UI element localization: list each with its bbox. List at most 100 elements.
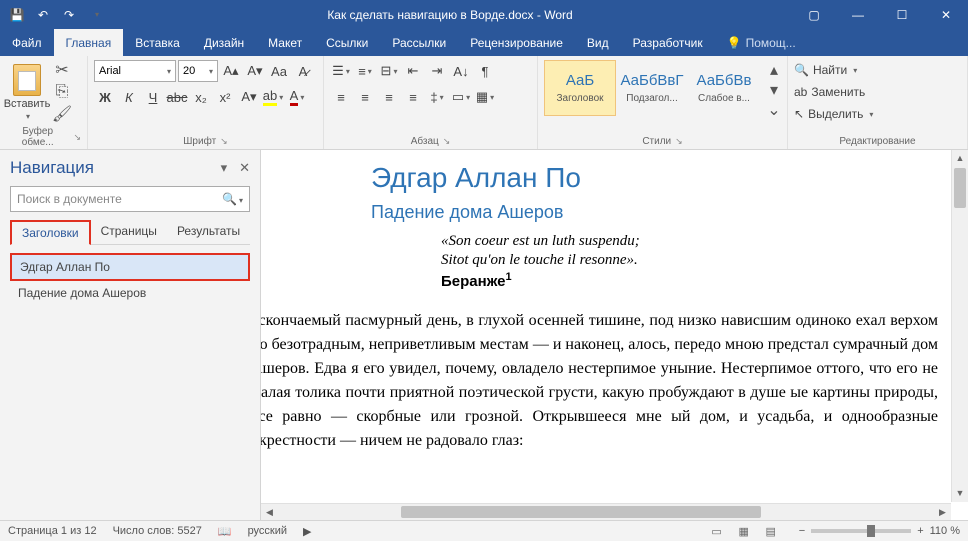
nav-heading-item[interactable]: Эдгар Аллан По [10,253,250,281]
align-left-icon[interactable]: ≡ [330,86,352,108]
status-macro-icon[interactable]: ▶ [303,525,311,538]
line-spacing-icon[interactable]: ‡▾ [426,86,448,108]
minimize-icon[interactable]: — [836,0,880,29]
styles-scroll-up-icon[interactable]: ▴ [764,60,784,80]
tab-mailings[interactable]: Рассылки [380,29,458,56]
view-web-icon[interactable]: ▤ [759,522,783,540]
font-launcher[interactable]: ↘ [220,136,228,147]
superscript-button[interactable]: x² [214,86,236,108]
document-area[interactable]: Эдгар Аллан По Падение дома Ашеров «Son … [261,150,968,520]
styles-more-icon[interactable]: ⌄ [764,100,784,120]
style-subtitle[interactable]: АаБбВвГ Подзагол... [616,60,688,116]
tab-review[interactable]: Рецензирование [458,29,575,56]
zoom-out-icon[interactable]: − [799,525,805,537]
font-name-combo[interactable]: Arial▾ [94,60,176,82]
view-print-icon[interactable]: ▦ [732,522,756,540]
view-read-icon[interactable]: ▭ [705,522,729,540]
align-right-icon[interactable]: ≡ [378,86,400,108]
horizontal-scrollbar[interactable]: ◀ ▶ [261,503,951,520]
status-language[interactable]: русский [248,525,287,537]
clipboard-launcher[interactable]: ↘ [73,132,81,143]
save-icon[interactable]: 💾 [6,4,28,26]
strike-button[interactable]: abc [166,86,188,108]
scroll-right-icon[interactable]: ▶ [934,504,951,520]
qat-more-icon[interactable]: ▾ [86,4,108,26]
italic-button[interactable]: К [118,86,140,108]
highlight-icon[interactable]: ab▾ [262,86,284,108]
shrink-font-icon[interactable]: A▾ [244,60,266,82]
nav-heading-item[interactable]: Падение дома Ашеров [10,281,250,305]
change-case-icon[interactable]: Aa [268,60,290,82]
hscroll-thumb[interactable] [401,506,761,518]
tell-me[interactable]: 💡Помощ... [715,29,808,56]
tab-insert[interactable]: Вставка [123,29,192,56]
status-page[interactable]: Страница 1 из 12 [8,525,97,537]
undo-icon[interactable]: ↶ [32,4,54,26]
styles-launcher[interactable]: ↘ [675,136,683,147]
doc-body[interactable]: ескончаемый пасмурный день, в глухой осе… [261,309,948,453]
font-size-combo[interactable]: 20▾ [178,60,218,82]
zoom-in-icon[interactable]: + [917,525,923,537]
tab-developer[interactable]: Разработчик [621,29,715,56]
doc-author[interactable]: Беранже1 [441,271,948,291]
navpane-menu-icon[interactable]: ▾ [221,160,228,176]
text-effects-icon[interactable]: A▾ [238,86,260,108]
ribbon-display-icon[interactable]: ▢ [792,0,836,29]
nav-search-input[interactable]: Поиск в документе 🔍▾ [10,186,250,212]
doc-epigraph-line2[interactable]: Sitot qu'on le touche il resonne». [441,252,948,269]
status-words[interactable]: Число слов: 5527 [113,525,202,537]
underline-button[interactable]: Ч [142,86,164,108]
paragraph-launcher[interactable]: ↘ [443,136,451,147]
font-color-icon[interactable]: A▾ [286,86,308,108]
copy-icon[interactable]: ⎘ [52,82,72,102]
scroll-up-icon[interactable]: ▲ [952,150,968,167]
shading-icon[interactable]: ▭▾ [450,86,472,108]
redo-icon[interactable]: ↷ [58,4,80,26]
scroll-left-icon[interactable]: ◀ [261,504,278,520]
vscroll-thumb[interactable] [954,168,966,208]
nav-tab-headings[interactable]: Заголовки [10,220,91,245]
tab-file[interactable]: Файл [0,29,54,56]
show-marks-icon[interactable]: ¶ [474,60,496,82]
scroll-down-icon[interactable]: ▼ [952,485,968,502]
bullets-icon[interactable]: ☰▾ [330,60,352,82]
numbering-icon[interactable]: ≡▾ [354,60,376,82]
tab-layout[interactable]: Макет [256,29,314,56]
close-icon[interactable]: ✕ [924,0,968,29]
vertical-scrollbar[interactable]: ▲ ▼ [951,150,968,502]
paste-button[interactable]: Вставить ▾ [6,60,48,124]
align-center-icon[interactable]: ≡ [354,86,376,108]
borders-icon[interactable]: ▦▾ [474,86,496,108]
doc-epigraph-line1[interactable]: «Son coeur est un luth suspendu; [441,233,948,250]
multilevel-icon[interactable]: ⊟▾ [378,60,400,82]
grow-font-icon[interactable]: A▴ [220,60,242,82]
nav-tab-results[interactable]: Результаты [167,220,250,244]
format-painter-icon[interactable]: 🖌 [52,104,72,124]
decrease-indent-icon[interactable]: ⇤ [402,60,424,82]
select-button[interactable]: ↖Выделить▾ [794,104,873,124]
subscript-button[interactable]: x₂ [190,86,212,108]
bold-button[interactable]: Ж [94,86,116,108]
zoom-slider[interactable] [811,529,911,533]
sort-icon[interactable]: A↓ [450,60,472,82]
tab-view[interactable]: Вид [575,29,621,56]
nav-tab-pages[interactable]: Страницы [91,220,167,244]
justify-icon[interactable]: ≡ [402,86,424,108]
replace-button[interactable]: abЗаменить [794,82,873,102]
find-button[interactable]: 🔍Найти▾ [794,60,873,80]
search-icon[interactable]: 🔍▾ [222,192,243,206]
status-spellcheck-icon[interactable]: 📖 [218,525,232,538]
styles-scroll-down-icon[interactable]: ▾ [764,80,784,100]
doc-subtitle[interactable]: Падение дома Ашеров [371,202,948,223]
tab-design[interactable]: Дизайн [192,29,256,56]
style-subtle[interactable]: АаБбВв Слабое в... [688,60,760,116]
zoom-level[interactable]: 110 % [930,525,960,537]
increase-indent-icon[interactable]: ⇥ [426,60,448,82]
doc-title[interactable]: Эдгар Аллан По [371,162,948,194]
clear-format-icon[interactable]: A̷ [292,60,314,82]
cut-icon[interactable]: ✂ [52,60,72,80]
navpane-close-icon[interactable]: ✕ [239,160,250,176]
tab-home[interactable]: Главная [54,29,124,56]
style-heading[interactable]: АаБ Заголовок [544,60,616,116]
tab-references[interactable]: Ссылки [314,29,380,56]
